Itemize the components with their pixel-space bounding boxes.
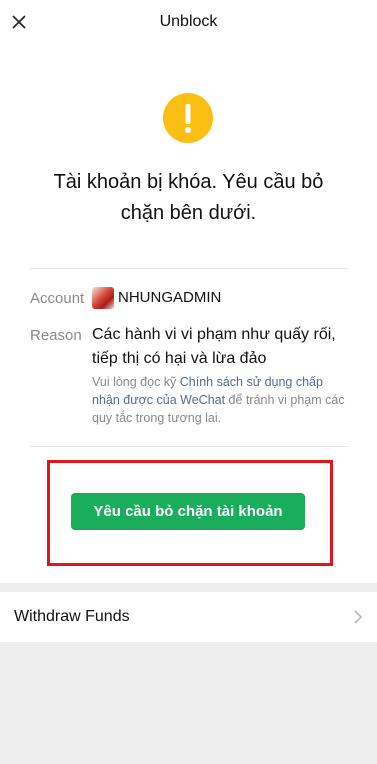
policy-note: Vui lòng đọc kỹ Chính sách sử dụng chấp … — [92, 373, 352, 427]
withdraw-funds-item[interactable]: Withdraw Funds — [0, 592, 377, 642]
blocked-headline: Tài khoản bị khóa. Yêu cầu bỏ chặn bên d… — [53, 171, 324, 224]
navigation-bar: Unblock — [0, 0, 377, 45]
account-label: Account — [30, 290, 85, 307]
divider-bottom — [29, 446, 348, 447]
warning-icon — [163, 93, 213, 143]
withdraw-funds-label: Withdraw Funds — [14, 608, 130, 625]
chevron-right-icon — [354, 610, 363, 624]
reason-label: Reason — [30, 327, 82, 344]
policy-note-prefix: Vui lòng đọc kỹ — [92, 375, 180, 389]
avatar — [92, 287, 114, 309]
page-title: Unblock — [159, 13, 218, 30]
divider-top — [29, 268, 348, 269]
request-unblock-button[interactable]: Yêu cầu bỏ chặn tài khoản — [71, 493, 305, 530]
reason-text: Các hành vi vi phạm như quấy rối, tiếp t… — [92, 326, 336, 367]
unblock-card: Tài khoản bị khóa. Yêu cầu bỏ chặn bên d… — [0, 45, 377, 583]
account-name: NHUNGADMIN — [118, 289, 222, 306]
